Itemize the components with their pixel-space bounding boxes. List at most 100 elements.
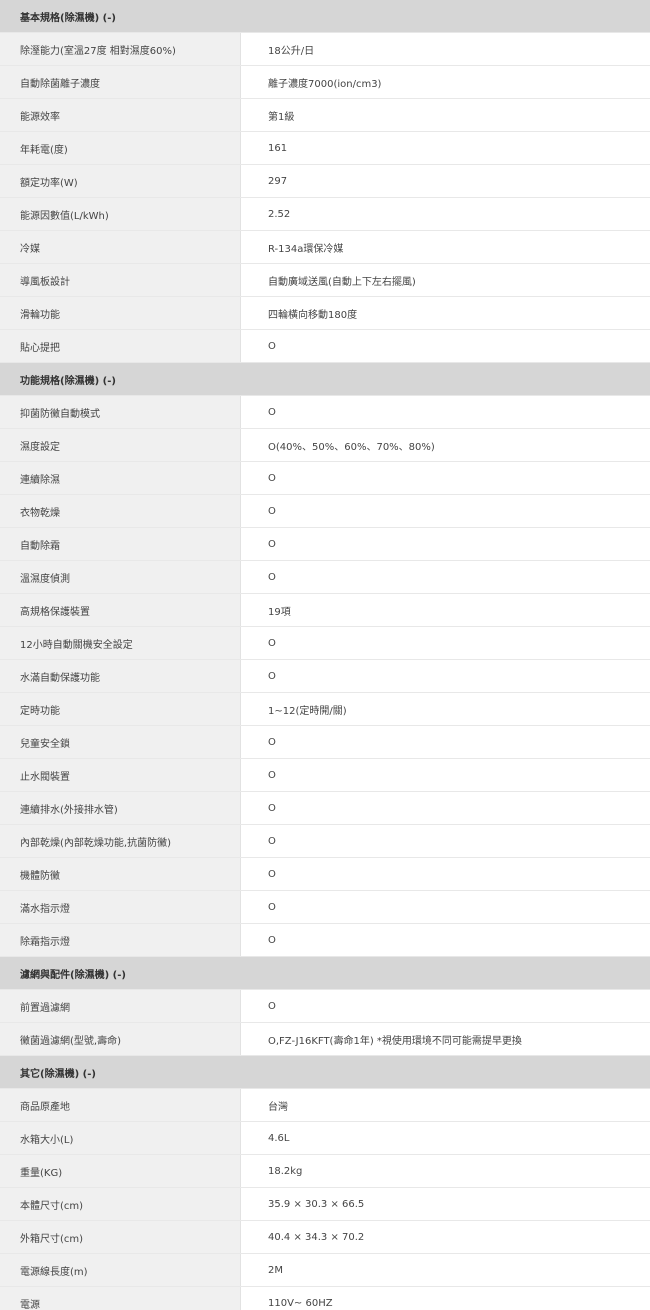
- spec-value: 40.4 × 34.3 × 70.2: [241, 1221, 650, 1253]
- table-row: 除霜指示燈 O: [0, 924, 650, 957]
- spec-value: O: [241, 792, 650, 824]
- spec-label: 溫濕度偵測: [0, 561, 241, 593]
- spec-value: O: [241, 924, 650, 956]
- spec-value: 第1級: [241, 99, 650, 131]
- spec-value: 四輪橫向移動180度: [241, 297, 650, 329]
- spec-label: 電源線長度(m): [0, 1254, 241, 1286]
- spec-value: O: [241, 990, 650, 1022]
- table-row: 高規格保護裝置 19項: [0, 594, 650, 627]
- spec-label: 衣物乾燥: [0, 495, 241, 527]
- spec-label: 本體尺寸(cm): [0, 1188, 241, 1220]
- spec-value: 2.52: [241, 198, 650, 230]
- section-header-function-specs: 功能規格(除濕機) (-): [0, 363, 650, 396]
- spec-value: O: [241, 495, 650, 527]
- spec-label: 高規格保護裝置: [0, 594, 241, 626]
- spec-label: 濕度設定: [0, 429, 241, 461]
- spec-label: 額定功率(W): [0, 165, 241, 197]
- spec-label: 內部乾燥(內部乾燥功能,抗菌防黴): [0, 825, 241, 857]
- spec-value: O: [241, 660, 650, 692]
- spec-value: O: [241, 627, 650, 659]
- table-row: 衣物乾燥 O: [0, 495, 650, 528]
- spec-label: 年耗電(度): [0, 132, 241, 164]
- spec-label: 止水閥裝置: [0, 759, 241, 791]
- table-row: 黴菌過濾網(型號,壽命) O,FZ-J16KFT(壽命1年) *視使用環境不同可能…: [0, 1023, 650, 1056]
- table-row: 重量(KG) 18.2kg: [0, 1155, 650, 1188]
- spec-label: 水滿自動保護功能: [0, 660, 241, 692]
- spec-value: 台灣: [241, 1089, 650, 1121]
- spec-label: 能源效率: [0, 99, 241, 131]
- spec-label: 前置過濾網: [0, 990, 241, 1022]
- table-row: 滑輪功能 四輪橫向移動180度: [0, 297, 650, 330]
- table-row: 濕度設定 O(40%、50%、60%、70%、80%): [0, 429, 650, 462]
- spec-label: 自動除霜: [0, 528, 241, 560]
- spec-label: 除溼能力(室溫27度 相對濕度60%): [0, 33, 241, 65]
- table-row: 冷媒 R-134a環保冷媒: [0, 231, 650, 264]
- table-row: 年耗電(度) 161: [0, 132, 650, 165]
- spec-label: 自動除菌離子濃度: [0, 66, 241, 98]
- table-row: 電源線長度(m) 2M: [0, 1254, 650, 1287]
- spec-value: 2M: [241, 1254, 650, 1286]
- table-row: 內部乾燥(內部乾燥功能,抗菌防黴) O: [0, 825, 650, 858]
- spec-value: 離子濃度7000(ion/cm3): [241, 66, 650, 98]
- spec-value: O: [241, 759, 650, 791]
- table-row: 導風板設計 自動廣域送風(自動上下左右擺風): [0, 264, 650, 297]
- table-row: 貼心提把 O: [0, 330, 650, 363]
- spec-label: 貼心提把: [0, 330, 241, 362]
- spec-label: 除霜指示燈: [0, 924, 241, 956]
- spec-label: 重量(KG): [0, 1155, 241, 1187]
- table-row: 能源效率 第1級: [0, 99, 650, 132]
- section-header-other: 其它(除濕機) (-): [0, 1056, 650, 1089]
- table-row: 抑菌防黴自動模式 O: [0, 396, 650, 429]
- table-row: 自動除菌離子濃度 離子濃度7000(ion/cm3): [0, 66, 650, 99]
- spec-value: 110V~ 60HZ: [241, 1287, 650, 1310]
- spec-label: 商品原產地: [0, 1089, 241, 1121]
- table-row: 止水閥裝置 O: [0, 759, 650, 792]
- spec-label: 滑輪功能: [0, 297, 241, 329]
- table-row: 能源因數值(L/kWh) 2.52: [0, 198, 650, 231]
- spec-value: 4.6L: [241, 1122, 650, 1154]
- table-row: 定時功能 1~12(定時開/關): [0, 693, 650, 726]
- spec-label: 滿水指示燈: [0, 891, 241, 923]
- spec-value: R-134a環保冷媒: [241, 231, 650, 263]
- table-row: 機體防黴 O: [0, 858, 650, 891]
- section-header-basic-specs: 基本規格(除濕機) (-): [0, 0, 650, 33]
- spec-label: 定時功能: [0, 693, 241, 725]
- spec-value: O(40%、50%、60%、70%、80%): [241, 429, 650, 461]
- table-row: 外箱尺寸(cm) 40.4 × 34.3 × 70.2: [0, 1221, 650, 1254]
- spec-value: 297: [241, 165, 650, 197]
- spec-value: O: [241, 528, 650, 560]
- spec-label: 兒童安全鎖: [0, 726, 241, 758]
- table-row: 電源 110V~ 60HZ: [0, 1287, 650, 1310]
- table-row: 兒童安全鎖 O: [0, 726, 650, 759]
- table-row: 溫濕度偵測 O: [0, 561, 650, 594]
- spec-value: O: [241, 396, 650, 428]
- table-row: 除溼能力(室溫27度 相對濕度60%) 18公升/日: [0, 33, 650, 66]
- spec-label: 12小時自動關機安全設定: [0, 627, 241, 659]
- spec-value: 18.2kg: [241, 1155, 650, 1187]
- spec-value: 18公升/日: [241, 33, 650, 65]
- table-row: 自動除霜 O: [0, 528, 650, 561]
- spec-value: 161: [241, 132, 650, 164]
- spec-label: 黴菌過濾網(型號,壽命): [0, 1023, 241, 1055]
- table-row: 連續除濕 O: [0, 462, 650, 495]
- spec-label: 機體防黴: [0, 858, 241, 890]
- spec-value: 35.9 × 30.3 × 66.5: [241, 1188, 650, 1220]
- spec-label: 冷媒: [0, 231, 241, 263]
- table-row: 本體尺寸(cm) 35.9 × 30.3 × 66.5: [0, 1188, 650, 1221]
- spec-value: 1~12(定時開/關): [241, 693, 650, 725]
- spec-value: O: [241, 561, 650, 593]
- table-row: 額定功率(W) 297: [0, 165, 650, 198]
- spec-value: 19項: [241, 594, 650, 626]
- spec-value: O: [241, 825, 650, 857]
- spec-value: O: [241, 858, 650, 890]
- spec-label: 連續除濕: [0, 462, 241, 494]
- spec-value: O: [241, 891, 650, 923]
- spec-value: O: [241, 726, 650, 758]
- section-header-filters-accessories: 濾網與配件(除濕機) (-): [0, 957, 650, 990]
- spec-label: 水箱大小(L): [0, 1122, 241, 1154]
- spec-table: 基本規格(除濕機) (-) 除溼能力(室溫27度 相對濕度60%) 18公升/日 …: [0, 0, 650, 1310]
- spec-value: O: [241, 330, 650, 362]
- spec-label: 能源因數值(L/kWh): [0, 198, 241, 230]
- table-row: 商品原產地 台灣: [0, 1089, 650, 1122]
- table-row: 12小時自動關機安全設定 O: [0, 627, 650, 660]
